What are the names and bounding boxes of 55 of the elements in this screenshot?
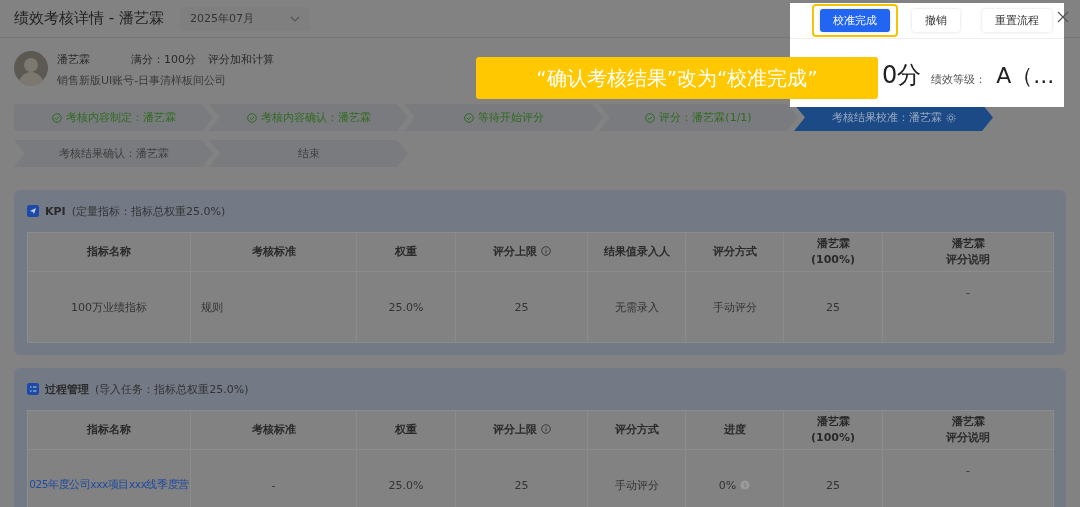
close-icon[interactable] — [1057, 11, 1069, 23]
check-circle-icon — [51, 112, 62, 123]
process-step: 考核内容确认：潘艺霖 — [209, 104, 408, 131]
process-step: 考核内容制定：潘艺霖 — [14, 104, 213, 131]
table-cell: 25.0% — [356, 271, 456, 343]
column-header: 评分上限 — [455, 232, 588, 272]
table-cell: 25 — [455, 271, 588, 343]
avatar — [14, 50, 48, 86]
column-header: 评分方式 — [685, 232, 784, 272]
grade-label: 绩效等级： — [931, 72, 987, 87]
caret-icon — [289, 15, 300, 22]
process-step: 等待开始评分 — [404, 104, 603, 131]
column-header: 考核标准 — [190, 232, 357, 272]
section-title: KPI — [45, 204, 66, 218]
table-cell: 手动评分 — [685, 271, 784, 343]
column-header: 权重 — [356, 232, 456, 272]
column-header: 进度 — [685, 410, 784, 450]
check-circle-icon — [645, 112, 656, 123]
column-header: 潘艺霖 评分说明 — [882, 410, 1054, 450]
column-header: 潘艺霖 (100%) — [783, 410, 883, 450]
process-step: 评分：潘艺霖(1/1) — [599, 104, 798, 131]
annotation-callout: “确认考核结果”改为“校准完成” — [476, 57, 878, 99]
column-header: 结果值录入人 — [587, 232, 686, 272]
grade-value: A（... — [996, 62, 1055, 90]
column-header: 评分上限 — [455, 410, 588, 450]
column-header: 潘艺霖 (100%) — [783, 232, 883, 272]
column-header: 潘艺霖 评分说明 — [882, 232, 1054, 272]
check-circle-icon — [246, 112, 257, 123]
total-score: 0分 — [882, 60, 922, 91]
action-button[interactable]: 重置流程 — [982, 9, 1052, 32]
section-note: (导入任务：指标总权重25.0%) — [95, 381, 249, 397]
employee-name: 潘艺霖 — [57, 52, 91, 67]
column-header: 考核标准 — [190, 410, 357, 450]
paper-plane-icon — [27, 205, 39, 217]
section-title: 过程管理 — [45, 381, 89, 397]
full-score: 满分：100分 — [131, 52, 196, 67]
checklist-icon — [27, 383, 39, 395]
table-cell: 无需录入 — [587, 271, 686, 343]
column-header: 权重 — [356, 410, 456, 450]
table-cell: 25 — [783, 271, 883, 343]
process-step: 结束 — [209, 140, 408, 167]
action-button[interactable]: 校准完成 — [820, 9, 890, 32]
section-note: (定量指标：指标总权重25.0%) — [71, 203, 226, 219]
page-title: 绩效考核详情 - 潘艺霖 — [14, 9, 164, 28]
table-cell: - — [882, 271, 1054, 343]
process-step: 考核结果确认：潘艺霖 — [14, 140, 213, 167]
table-cell: 规则 — [190, 271, 357, 343]
column-header: 评分方式 — [587, 410, 686, 450]
column-header: 指标名称 — [27, 232, 191, 272]
action-button[interactable]: 撤销 — [912, 9, 960, 32]
column-header: 指标名称 — [27, 410, 191, 450]
check-circle-icon — [463, 112, 474, 123]
table-cell: 100万业绩指标 — [27, 271, 191, 343]
score-method: 评分加和计算 — [208, 52, 274, 67]
gear-icon — [945, 112, 956, 123]
